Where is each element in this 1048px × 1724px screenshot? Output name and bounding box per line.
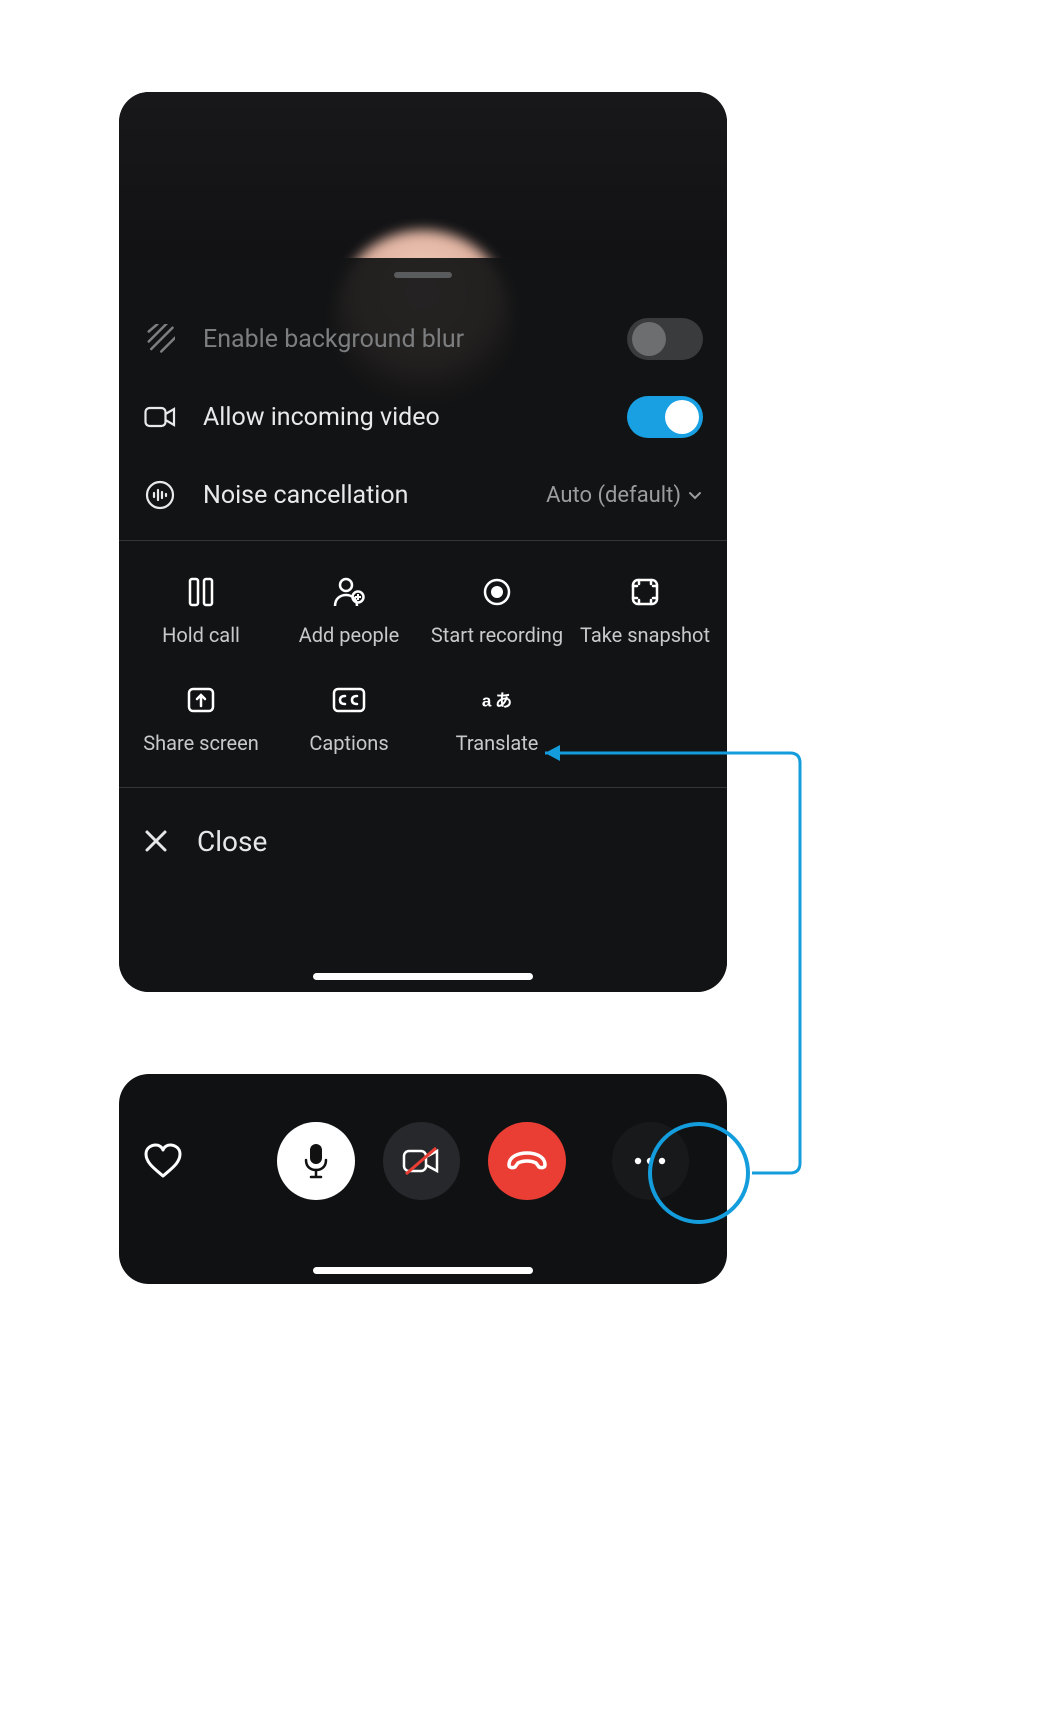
- svg-text:あ: あ: [495, 692, 512, 711]
- row-label: Noise cancellation: [203, 481, 520, 510]
- translate-icon: a あ: [480, 683, 514, 717]
- options-sheet: Enable background blur Allow incoming vi…: [119, 258, 727, 992]
- call-options-panel: Enable background blur Allow incoming vi…: [119, 92, 727, 992]
- row-label: Allow incoming video: [203, 403, 601, 432]
- row-noise-cancellation[interactable]: Noise cancellation Auto (default): [119, 456, 727, 534]
- action-hold-call[interactable]: Hold call: [127, 575, 275, 647]
- action-add-people[interactable]: Add people: [275, 575, 423, 647]
- snapshot-icon: [628, 575, 662, 609]
- action-take-snapshot[interactable]: Take snapshot: [571, 575, 719, 647]
- home-indicator: [313, 973, 533, 980]
- pause-icon: [184, 575, 218, 609]
- action-grid: Hold call Add people Start recordin: [119, 547, 727, 759]
- row-background-blur[interactable]: Enable background blur: [119, 300, 727, 378]
- row-incoming-video[interactable]: Allow incoming video: [119, 378, 727, 456]
- action-captions[interactable]: Captions: [275, 683, 423, 755]
- video-off-icon: [400, 1144, 442, 1178]
- react-button[interactable]: [143, 1143, 183, 1179]
- action-share-screen[interactable]: Share screen: [127, 683, 275, 755]
- toggle-background-blur[interactable]: [627, 318, 703, 360]
- action-translate[interactable]: a あ Translate: [423, 683, 571, 755]
- captions-icon: [332, 683, 366, 717]
- noise-cancel-value[interactable]: Auto (default): [546, 483, 703, 508]
- divider: [119, 787, 727, 788]
- home-indicator: [313, 1267, 533, 1274]
- close-button[interactable]: Close: [119, 794, 727, 888]
- person-add-icon: [332, 575, 366, 609]
- mute-button[interactable]: [277, 1122, 355, 1200]
- hangup-icon: [505, 1150, 549, 1172]
- call-control-bar: [119, 1074, 727, 1284]
- svg-text:a: a: [482, 692, 492, 711]
- hangup-button[interactable]: [488, 1122, 566, 1200]
- row-label: Enable background blur: [203, 325, 601, 354]
- chevron-down-icon: [687, 487, 703, 503]
- microphone-icon: [303, 1142, 329, 1180]
- more-icon: [633, 1156, 667, 1166]
- action-start-recording[interactable]: Start recording: [423, 575, 571, 647]
- share-screen-icon: [184, 683, 218, 717]
- divider: [119, 540, 727, 541]
- video-icon: [143, 405, 177, 429]
- toggle-incoming-video[interactable]: [627, 396, 703, 438]
- record-icon: [480, 575, 514, 609]
- sheet-grabber[interactable]: [394, 272, 452, 278]
- camera-button[interactable]: [383, 1122, 461, 1200]
- audio-waves-icon: [143, 480, 177, 510]
- more-button[interactable]: [612, 1122, 690, 1200]
- blur-icon: [143, 324, 177, 354]
- close-icon: [143, 828, 169, 854]
